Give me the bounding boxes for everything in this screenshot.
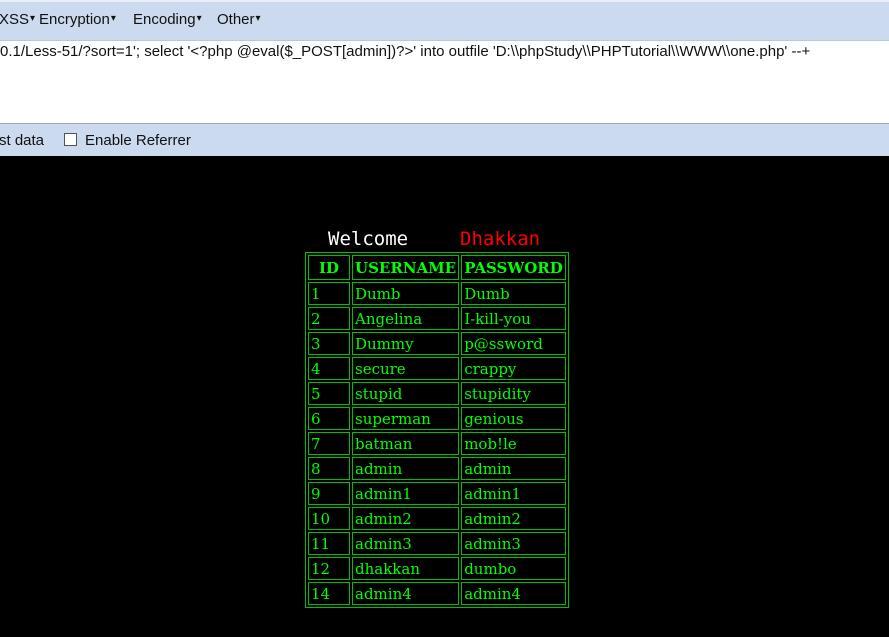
- cell-username: Dummy: [352, 332, 460, 355]
- cell-username: admin: [352, 457, 460, 480]
- cell-id: 8: [308, 457, 350, 480]
- cell-password: Dumb: [461, 282, 566, 305]
- cell-password: admin3: [461, 532, 566, 555]
- hackbar-panel: XSS▾ Encryption▾ Encoding▾ Other▾ 0.1/Le…: [0, 0, 889, 156]
- username-text: Dhakkan: [460, 228, 541, 250]
- cell-password: stupidity: [461, 382, 566, 405]
- menu-encryption[interactable]: Encryption▾: [39, 11, 116, 28]
- cell-username: batman: [352, 432, 460, 455]
- enable-referrer-checkbox[interactable]: [64, 133, 77, 146]
- table-row: 1 Dumb Dumb: [308, 282, 566, 305]
- cell-password: genious: [461, 407, 566, 430]
- url-text[interactable]: 0.1/Less-51/?sort=1'; select '<?php @eva…: [0, 43, 810, 60]
- cell-password: p@ssword: [461, 332, 566, 355]
- table-row: 5 stupid stupidity: [308, 382, 566, 405]
- caret-down-icon: ▾: [110, 13, 116, 24]
- hackbar-menu-bar: XSS▾ Encryption▾ Encoding▾ Other▾: [0, 0, 889, 41]
- hackbar-options-bar: st data Enable Referrer: [0, 124, 889, 156]
- cell-username: admin1: [352, 482, 460, 505]
- cell-username: Angelina: [352, 307, 460, 330]
- table-row: 7 batman mob!le: [308, 432, 566, 455]
- menu-top-line: [0, 0, 889, 2]
- cell-username: superman: [352, 407, 460, 430]
- cell-username: admin4: [352, 582, 460, 605]
- cell-id: 3: [308, 332, 350, 355]
- caret-down-icon: ▾: [30, 13, 36, 24]
- cell-id: 11: [308, 532, 350, 555]
- table-row: 9 admin1 admin1: [308, 482, 566, 505]
- header-id: ID: [308, 255, 350, 280]
- cell-id: 12: [308, 557, 350, 580]
- header-password: PASSWORD: [461, 255, 566, 280]
- url-textarea[interactable]: 0.1/Less-51/?sort=1'; select '<?php @eva…: [0, 41, 889, 124]
- cell-username: Dumb: [352, 282, 460, 305]
- cell-password: mob!le: [461, 432, 566, 455]
- cell-username: admin2: [352, 507, 460, 530]
- table-row: 2 Angelina I-kill-you: [308, 307, 566, 330]
- cell-username: stupid: [352, 382, 460, 405]
- table-header-row: ID USERNAME PASSWORD: [308, 255, 566, 280]
- table-row: 14 admin4 admin4: [308, 582, 566, 605]
- cell-password: admin1: [461, 482, 566, 505]
- table-row: 6 superman genious: [308, 407, 566, 430]
- cell-id: 5: [308, 382, 350, 405]
- cell-id: 4: [308, 357, 350, 380]
- cell-password: admin2: [461, 507, 566, 530]
- welcome-text: Welcome: [328, 228, 409, 250]
- table-row: 10 admin2 admin2: [308, 507, 566, 530]
- header-username: USERNAME: [352, 255, 460, 280]
- cell-id: 10: [308, 507, 350, 530]
- enable-referrer-label[interactable]: Enable Referrer: [85, 132, 191, 149]
- table-row: 3 Dummy p@ssword: [308, 332, 566, 355]
- cell-password: admin4: [461, 582, 566, 605]
- menu-other[interactable]: Other▾: [217, 11, 261, 28]
- cell-id: 7: [308, 432, 350, 455]
- cell-password: crappy: [461, 357, 566, 380]
- cell-username: secure: [352, 357, 460, 380]
- cell-id: 9: [308, 482, 350, 505]
- cell-password: admin: [461, 457, 566, 480]
- post-data-label[interactable]: st data: [0, 132, 44, 149]
- cell-id: 6: [308, 407, 350, 430]
- cell-username: admin3: [352, 532, 460, 555]
- cell-id: 1: [308, 282, 350, 305]
- table-row: 8 admin admin: [308, 457, 566, 480]
- cell-password: dumbo: [461, 557, 566, 580]
- cell-password: I-kill-you: [461, 307, 566, 330]
- caret-down-icon: ▾: [196, 13, 202, 24]
- table-row: 11 admin3 admin3: [308, 532, 566, 555]
- table-row: 4 secure crappy: [308, 357, 566, 380]
- cell-id: 2: [308, 307, 350, 330]
- cell-username: dhakkan: [352, 557, 460, 580]
- users-table: ID USERNAME PASSWORD 1 Dumb Dumb 2 Angelina…: [305, 252, 569, 608]
- menu-encoding[interactable]: Encoding▾: [133, 11, 202, 28]
- menu-xss[interactable]: XSS▾: [0, 11, 35, 28]
- cell-id: 14: [308, 582, 350, 605]
- caret-down-icon: ▾: [255, 13, 261, 24]
- table-row: 12 dhakkan dumbo: [308, 557, 566, 580]
